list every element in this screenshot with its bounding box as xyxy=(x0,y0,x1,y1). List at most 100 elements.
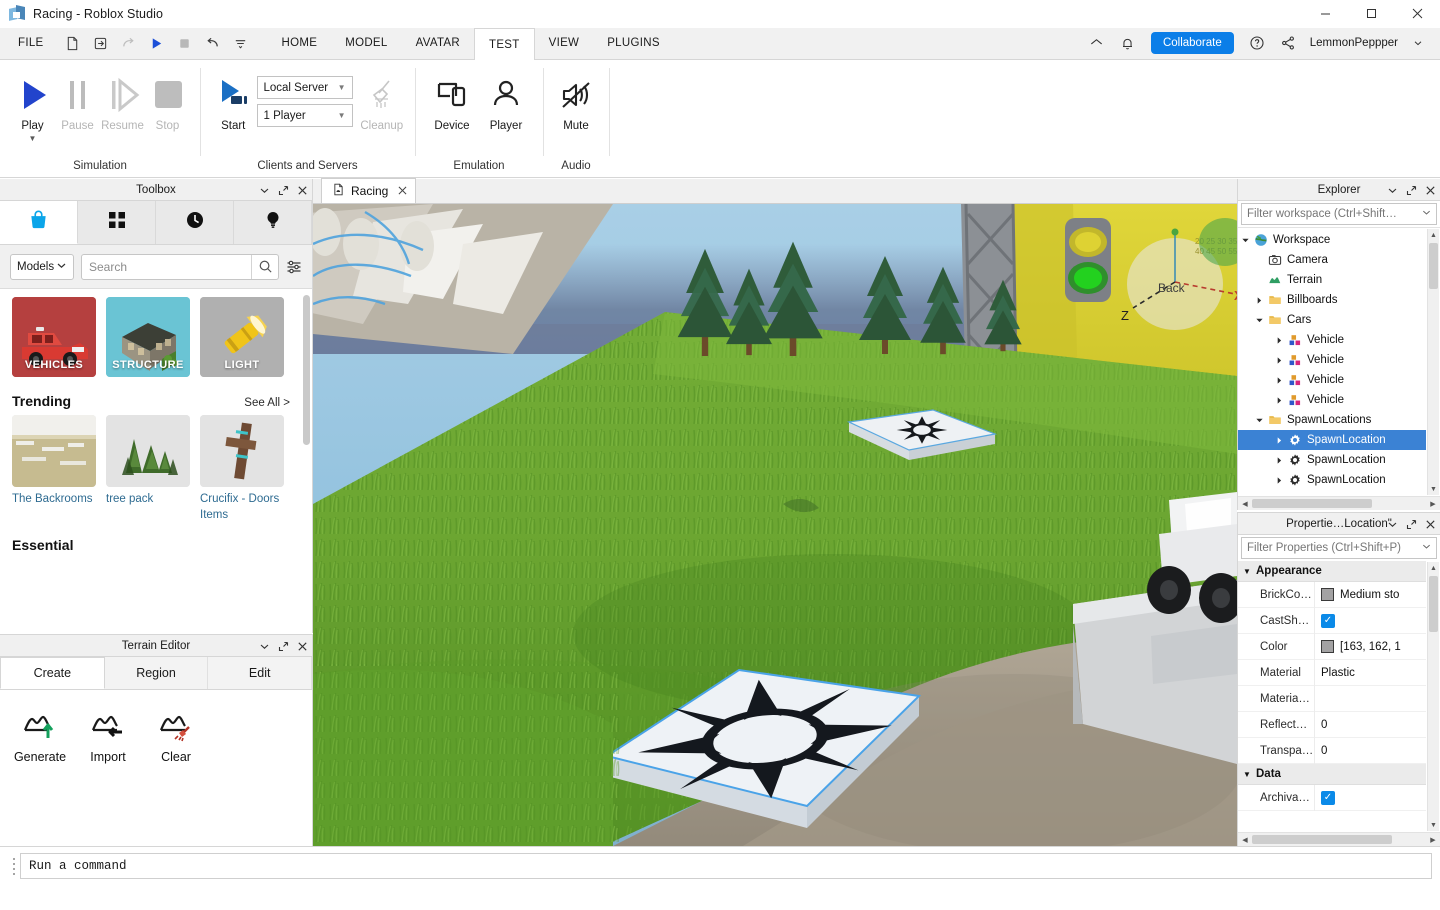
player-count-select[interactable]: 1 Player ▼ xyxy=(256,104,353,127)
clear-button[interactable]: Clear xyxy=(142,704,210,846)
undo-icon[interactable] xyxy=(200,30,226,56)
tree-row-workspace[interactable]: Workspace xyxy=(1238,230,1426,250)
cleanup-button[interactable]: Cleanup xyxy=(359,68,406,133)
tab-avatar[interactable]: AVATAR xyxy=(402,27,474,59)
category-card-light[interactable]: LIGHT xyxy=(200,297,284,377)
scroll-left-icon[interactable]: ◀ xyxy=(1238,836,1252,844)
properties-filter-field[interactable]: Filter Properties (Ctrl+Shift+P) xyxy=(1241,537,1437,559)
explorer-horizontal-scrollbar[interactable]: ◀ ▶ xyxy=(1238,496,1440,510)
scroll-left-icon[interactable]: ◀ xyxy=(1238,500,1252,508)
close-button[interactable] xyxy=(1394,0,1440,28)
color-swatch[interactable] xyxy=(1321,640,1334,653)
chevron-down-icon[interactable] xyxy=(1238,236,1252,245)
scroll-right-icon[interactable]: ▶ xyxy=(1426,836,1440,844)
toolbox-search-field[interactable] xyxy=(81,253,279,280)
scroll-down-icon[interactable]: ▼ xyxy=(1430,819,1437,831)
chevron-down-icon[interactable] xyxy=(1422,208,1431,220)
tree-row-cars[interactable]: Cars xyxy=(1238,310,1426,330)
explorer-popout-button[interactable] xyxy=(1405,183,1417,197)
chevron-right-icon[interactable] xyxy=(1272,396,1286,405)
chevron-right-icon[interactable] xyxy=(1272,336,1286,345)
property-row-brickcolor[interactable]: BrickCo… Medium sto xyxy=(1238,581,1426,608)
property-row-material[interactable]: Material Plastic xyxy=(1238,659,1426,686)
toolbox-scrollbar[interactable] xyxy=(303,295,310,445)
tree-row-spawnlocation[interactable]: SpawnLocation xyxy=(1238,450,1426,470)
play-icon[interactable] xyxy=(144,30,170,56)
tab-edit[interactable]: Edit xyxy=(208,657,313,689)
maximize-button[interactable] xyxy=(1348,0,1394,28)
help-circle-icon[interactable] xyxy=(1243,30,1271,56)
terrain-popout-button[interactable] xyxy=(277,639,289,653)
tab-plugins[interactable]: PLUGINS xyxy=(593,27,674,59)
tab-recent[interactable] xyxy=(156,201,234,244)
play-button[interactable]: Play ▼ xyxy=(10,68,55,143)
file-menu-button[interactable]: FILE xyxy=(0,27,56,59)
toolbox-category-select[interactable]: Models xyxy=(10,253,74,280)
properties-horizontal-scrollbar[interactable]: ◀ ▶ xyxy=(1238,832,1440,846)
chevron-right-icon[interactable] xyxy=(1252,296,1266,305)
stop-icon[interactable] xyxy=(172,30,198,56)
redo-icon[interactable] xyxy=(116,30,142,56)
list-item[interactable]: tree pack xyxy=(106,415,190,523)
terrain-collapse-button[interactable] xyxy=(258,639,270,653)
toolbox-popout-button[interactable] xyxy=(277,183,289,197)
new-document-icon[interactable] xyxy=(60,30,86,56)
checkbox-checked[interactable]: ✓ xyxy=(1321,613,1335,628)
viewport-3d[interactable]: X Z Back 20 25 30 35 40 45 50 55 xyxy=(313,204,1237,846)
chevron-right-icon[interactable] xyxy=(1272,436,1286,445)
tree-row-spawnlocation-selected[interactable]: SpawnLocation xyxy=(1238,430,1426,450)
toolbox-close-button[interactable] xyxy=(296,183,308,197)
pause-button[interactable]: Pause xyxy=(55,68,100,133)
tab-home[interactable]: HOME xyxy=(268,27,332,59)
tab-test[interactable]: TEST xyxy=(474,28,535,60)
category-card-vehicles[interactable]: VEHICLES xyxy=(12,297,96,377)
chevron-right-icon[interactable] xyxy=(1272,476,1286,485)
list-item[interactable]: The Backrooms xyxy=(12,415,96,523)
chevron-down-icon[interactable] xyxy=(1422,542,1431,554)
tree-row-vehicle[interactable]: Vehicle xyxy=(1238,390,1426,410)
search-icon[interactable] xyxy=(251,254,278,279)
tree-row-spawnlocations[interactable]: SpawnLocations xyxy=(1238,410,1426,430)
chevron-right-icon[interactable] xyxy=(1272,376,1286,385)
scroll-up-icon[interactable]: ▲ xyxy=(1430,562,1437,574)
tab-creations[interactable] xyxy=(234,201,312,244)
tree-row-vehicle[interactable]: Vehicle xyxy=(1238,350,1426,370)
minimize-button[interactable] xyxy=(1302,0,1348,28)
tab-region[interactable]: Region xyxy=(105,657,209,689)
username-label[interactable]: LemmonPeppper xyxy=(1305,37,1401,49)
property-row-color[interactable]: Color [163, 162, 1 xyxy=(1238,633,1426,660)
import-button[interactable]: Import xyxy=(74,704,142,846)
property-row-castshadow[interactable]: CastSh… ✓ xyxy=(1238,607,1426,634)
properties-popout-button[interactable] xyxy=(1405,517,1417,531)
bell-icon[interactable] xyxy=(1114,30,1142,56)
viewport-tab-racing[interactable]: Racing xyxy=(321,178,417,203)
customize-toolbar-icon[interactable] xyxy=(228,30,254,56)
explorer-vertical-scrollbar[interactable]: ▲ ▼ xyxy=(1427,229,1439,495)
open-file-icon[interactable] xyxy=(88,30,114,56)
tree-row-camera[interactable]: Camera xyxy=(1238,250,1426,270)
checkbox-checked[interactable]: ✓ xyxy=(1321,790,1335,805)
property-row-reflectance[interactable]: Reflect… 0 xyxy=(1238,711,1426,738)
collaborate-button[interactable]: Collaborate xyxy=(1150,32,1234,54)
tree-row-vehicle[interactable]: Vehicle xyxy=(1238,330,1426,350)
scroll-up-icon[interactable]: ▲ xyxy=(1430,229,1437,241)
play-caret-icon[interactable]: ▼ xyxy=(29,135,37,143)
explorer-close-button[interactable] xyxy=(1424,183,1436,197)
terrain-close-button[interactable] xyxy=(296,639,308,653)
tree-row-vehicle[interactable]: Vehicle xyxy=(1238,370,1426,390)
toolbox-collapse-button[interactable] xyxy=(258,183,270,197)
sliders-icon[interactable] xyxy=(286,259,302,275)
list-item[interactable]: Crucifix - Doors Items xyxy=(200,415,284,523)
start-button[interactable]: Start xyxy=(210,68,257,133)
tree-row-spawnlocation[interactable]: SpawnLocation xyxy=(1238,470,1426,490)
properties-vertical-scrollbar[interactable]: ▲ ▼ xyxy=(1427,562,1439,831)
scroll-right-icon[interactable]: ▶ xyxy=(1426,500,1440,508)
tab-model[interactable]: MODEL xyxy=(331,27,401,59)
tab-view[interactable]: VIEW xyxy=(535,27,594,59)
tab-inventory[interactable] xyxy=(78,201,156,244)
property-group-data[interactable]: ▼ Data xyxy=(1238,764,1426,785)
explorer-filter-field[interactable]: Filter workspace (Ctrl+Shift… xyxy=(1241,203,1437,225)
stop-button[interactable]: Stop xyxy=(145,68,190,133)
server-type-select[interactable]: Local Server ▼ xyxy=(256,76,353,99)
tab-marketplace[interactable] xyxy=(0,201,78,244)
